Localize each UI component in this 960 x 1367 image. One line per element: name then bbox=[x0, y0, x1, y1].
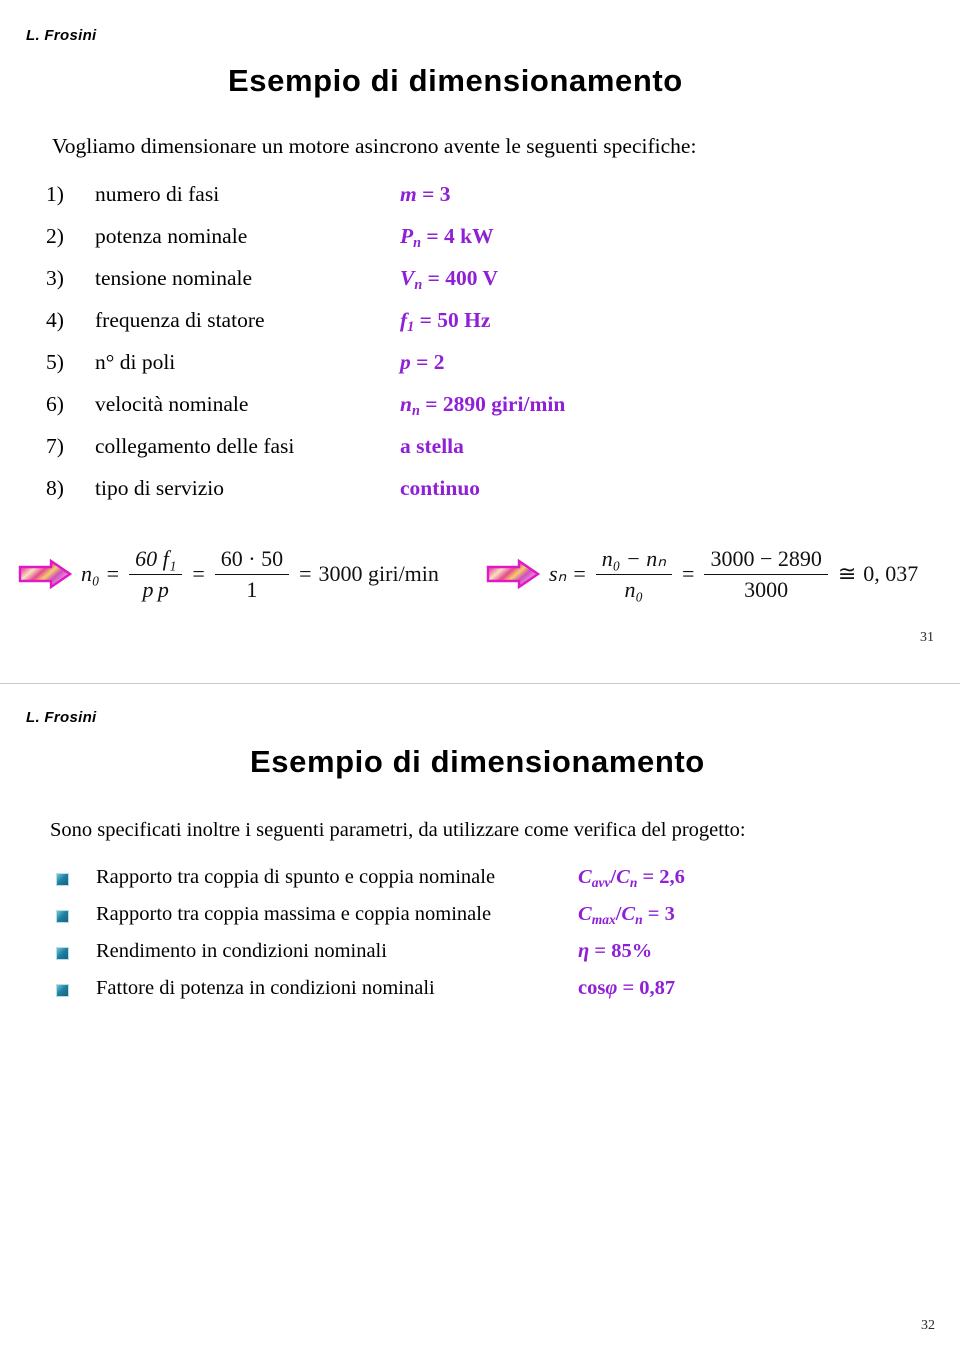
parameter-list: Rapporto tra coppia di spunto e coppia n… bbox=[56, 866, 916, 1014]
equals-sign: = bbox=[682, 561, 695, 587]
fraction-denominator: n₀ bbox=[624, 577, 644, 603]
spec-label: tipo di servizio bbox=[95, 476, 224, 500]
spec-row: 8) tipo di servizio continuo bbox=[46, 476, 926, 518]
fraction-denominator: 3000 bbox=[744, 577, 789, 603]
fraction-denominator: 1 bbox=[246, 577, 258, 603]
approximately-equal-sign: ≅ bbox=[837, 561, 857, 587]
square-bullet-icon bbox=[56, 873, 69, 886]
param-row: Fattore di potenza in condizioni nominal… bbox=[56, 977, 916, 1014]
page-title: Esempio di dimensionamento bbox=[228, 63, 683, 98]
spec-value: m = 3 bbox=[400, 182, 451, 206]
equals-sign: = bbox=[192, 561, 205, 587]
spec-number: 6) bbox=[46, 392, 64, 416]
specification-list: 1) numero di fasi m = 3 2) potenza nomin… bbox=[46, 182, 926, 518]
arrow-bullet-icon bbox=[18, 559, 73, 590]
square-bullet-icon bbox=[56, 947, 69, 960]
fraction-bar bbox=[595, 573, 673, 576]
spec-label: collegamento delle fasi bbox=[95, 434, 295, 458]
param-row: Rapporto tra coppia massima e coppia nom… bbox=[56, 903, 916, 940]
fraction-6050-over-1: 60 · 50 1 bbox=[214, 546, 290, 603]
spec-number: 1) bbox=[46, 182, 64, 206]
arrow-bullet-icon bbox=[486, 559, 541, 590]
spec-label: velocità nominale bbox=[95, 392, 249, 416]
formula-n0-expression: n₀ = 60 f₁ p p = 60 · 50 1 = 3000 giri/m… bbox=[81, 546, 439, 603]
formula-sn-expression: sₙ = n₀ − nₙ n₀ = 3000 − 2890 3000 ≅ 0, … bbox=[549, 546, 918, 603]
author-label: L. Frosini bbox=[26, 709, 97, 726]
page-number: 32 bbox=[921, 1318, 935, 1333]
spec-number: 5) bbox=[46, 350, 64, 374]
formula-synchronous-speed: n₀ = 60 f₁ p p = 60 · 50 1 = 3000 giri/m… bbox=[18, 546, 439, 603]
fraction-n0-minus-nn-over-n0: n₀ − nₙ n₀ bbox=[595, 546, 673, 603]
spec-value: a stella bbox=[400, 434, 464, 458]
param-label: Rapporto tra coppia massima e coppia nom… bbox=[96, 903, 492, 925]
param-label: Rendimento in condizioni nominali bbox=[96, 940, 387, 962]
spec-row: 2) potenza nominale Pn = 4 kW bbox=[46, 224, 926, 266]
spec-value: nn = 2890 giri/min bbox=[400, 392, 566, 419]
fraction-bar bbox=[704, 573, 828, 576]
param-label: Rapporto tra coppia di spunto e coppia n… bbox=[96, 866, 496, 888]
spec-number: 7) bbox=[46, 434, 64, 458]
param-value: Cmax/Cn = 3 bbox=[578, 903, 675, 927]
param-label: Fattore di potenza in condizioni nominal… bbox=[96, 977, 435, 999]
page-number: 31 bbox=[920, 630, 934, 645]
n0-symbol: n₀ bbox=[81, 561, 100, 587]
spec-number: 8) bbox=[46, 476, 64, 500]
spec-row: 6) velocità nominale nn = 2890 giri/min bbox=[46, 392, 926, 434]
fraction-numerator: 60 f₁ bbox=[135, 546, 177, 571]
fraction-110-over-3000: 3000 − 2890 3000 bbox=[704, 546, 828, 603]
spec-label: frequenza di statore bbox=[95, 308, 265, 332]
intro-text: Vogliamo dimensionare un motore asincron… bbox=[52, 134, 697, 158]
spec-label: numero di fasi bbox=[95, 182, 220, 206]
spec-number: 2) bbox=[46, 224, 64, 248]
fraction-numerator: 3000 − 2890 bbox=[710, 546, 822, 571]
param-value: cosφ = 0,87 bbox=[578, 977, 676, 999]
param-row: Rapporto tra coppia di spunto e coppia n… bbox=[56, 866, 916, 903]
square-bullet-icon bbox=[56, 910, 69, 923]
fraction-denominator: p p bbox=[142, 577, 169, 603]
spec-number: 3) bbox=[46, 266, 64, 290]
author-label: L. Frosini bbox=[26, 27, 97, 44]
fraction-numerator: n₀ − nₙ bbox=[601, 546, 667, 571]
spec-label: n° di poli bbox=[95, 350, 176, 374]
spec-number: 4) bbox=[46, 308, 64, 332]
slide-1: L. Frosini Esempio di dimensionamento Vo… bbox=[0, 0, 960, 684]
equals-sign: = bbox=[299, 561, 312, 587]
spec-label: potenza nominale bbox=[95, 224, 248, 248]
param-row: Rendimento in condizioni nominali η = 85… bbox=[56, 940, 916, 977]
spec-value: f1 = 50 Hz bbox=[400, 308, 491, 335]
spec-label: tensione nominale bbox=[95, 266, 253, 290]
spec-row: 5) n° di poli p = 2 bbox=[46, 350, 926, 392]
fraction-numerator: 60 · 50 bbox=[220, 546, 284, 571]
param-value: η = 85% bbox=[578, 940, 653, 962]
formula-nominal-slip: sₙ = n₀ − nₙ n₀ = 3000 − 2890 3000 ≅ 0, … bbox=[486, 546, 918, 603]
formula-n0-result: 3000 giri/min bbox=[318, 561, 439, 587]
spec-row: 3) tensione nominale Vn = 400 V bbox=[46, 266, 926, 308]
param-value: Cavv/Cn = 2,6 bbox=[578, 866, 685, 890]
page-title: Esempio di dimensionamento bbox=[250, 744, 705, 779]
spec-row: 1) numero di fasi m = 3 bbox=[46, 182, 926, 224]
spec-value: Vn = 400 V bbox=[400, 266, 498, 293]
slide-2: L. Frosini Esempio di dimensionamento So… bbox=[0, 684, 960, 1367]
spec-row: 7) collegamento delle fasi a stella bbox=[46, 434, 926, 476]
equals-sign: = bbox=[106, 561, 120, 587]
formula-row: n₀ = 60 f₁ p p = 60 · 50 1 = 3000 giri/m… bbox=[0, 540, 960, 632]
square-bullet-icon bbox=[56, 984, 69, 997]
spec-value: p = 2 bbox=[400, 350, 445, 374]
sn-symbol: sₙ bbox=[549, 561, 567, 587]
intro-text: Sono specificati inoltre i seguenti para… bbox=[50, 819, 746, 841]
equals-sign: = bbox=[573, 561, 586, 587]
fraction-bar bbox=[129, 573, 183, 576]
fraction-bar bbox=[214, 573, 290, 576]
spec-row: 4) frequenza di statore f1 = 50 Hz bbox=[46, 308, 926, 350]
spec-value: continuo bbox=[400, 476, 481, 500]
spec-value: Pn = 4 kW bbox=[400, 224, 494, 251]
fraction-60f1-over-pp: 60 f₁ p p bbox=[129, 546, 183, 603]
formula-sn-result: 0, 037 bbox=[863, 561, 919, 587]
